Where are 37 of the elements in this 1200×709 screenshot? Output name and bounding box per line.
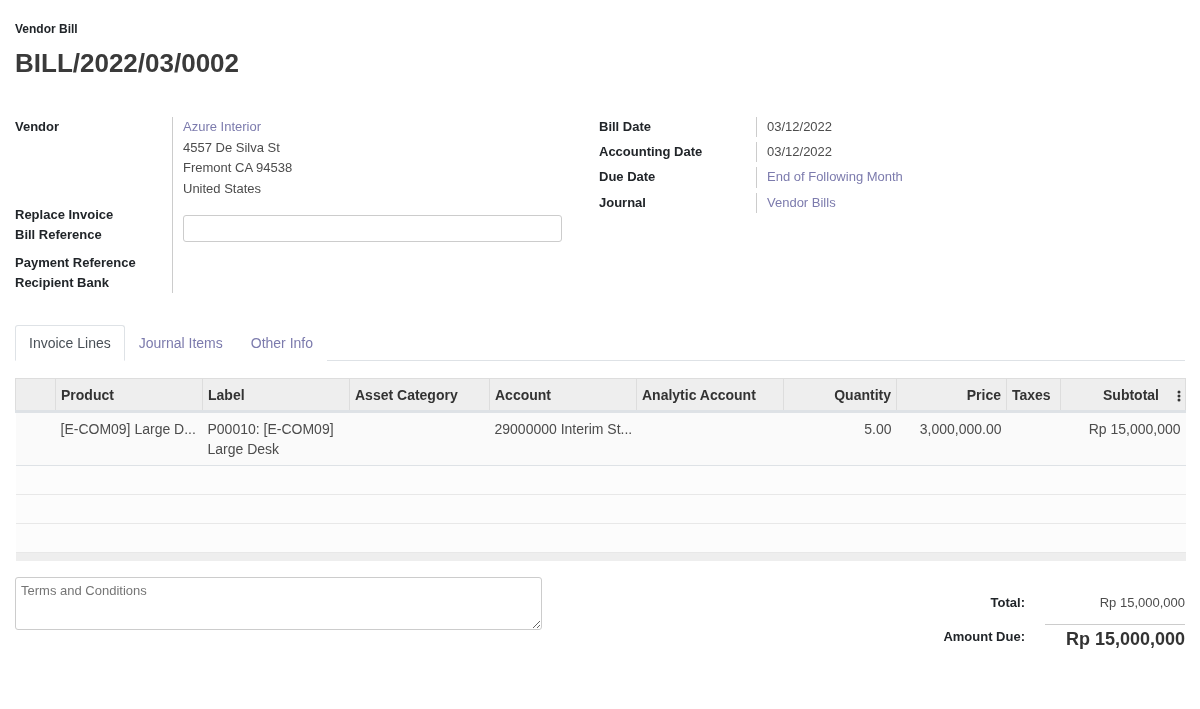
table-cell: P00010: [E-COM09] Large Desk [207,421,334,457]
vendor-link[interactable]: Azure Interior [183,117,262,138]
field-label: Bill Date [599,119,651,134]
bill-reference-input[interactable] [183,215,562,242]
field-label: Accounting Date [599,144,703,159]
form-subtitle: Vendor Bill [15,22,79,36]
tab[interactable]: Invoice Lines [15,325,125,361]
address-line: Fremont CA 94538 [183,159,294,177]
field-label: Due Date [599,169,656,184]
column-header[interactable]: Account [495,386,551,403]
terms-field[interactable]: Terms and Conditions [15,576,542,630]
field-label: Bill Reference [15,227,102,242]
field-label: Journal [599,194,646,210]
total-label: Total: [989,594,1025,610]
field-link[interactable]: Vendor Bills [767,192,836,213]
field-value: 03/12/2022 [767,119,833,134]
column-header[interactable]: Product [61,386,114,403]
field-label: Replace Invoice [15,207,114,222]
field-link[interactable]: End of Following Month [767,167,903,188]
table-cell: 5.00 [864,421,892,437]
table-cell: 3,000,000.00 [919,421,1002,437]
total-amount: Rp 15,000,000 [1099,594,1185,610]
field-label: Recipient Bank [15,275,109,290]
table-cell: 29000000 Interim St... [494,421,633,437]
total-label: Amount Due: [943,629,1025,644]
column-header[interactable]: Price [966,386,1001,403]
column-header[interactable]: Label [208,386,245,403]
field-value: 03/12/2022 [767,144,833,159]
field-label: Vendor [15,119,60,134]
address-line: United States [183,179,263,198]
table-cell: Rp 15,000,000 [1088,421,1181,437]
table-cell: [E-COM09] Large D... [60,421,196,437]
amount-due: Rp 15,000,000 [1065,628,1185,649]
bill-number: BILL/2022/03/0002 [15,48,241,79]
address-line: 4557 De Silva St [183,138,281,157]
field-label: Payment Reference [15,255,136,270]
options-icon[interactable] [1177,390,1181,402]
